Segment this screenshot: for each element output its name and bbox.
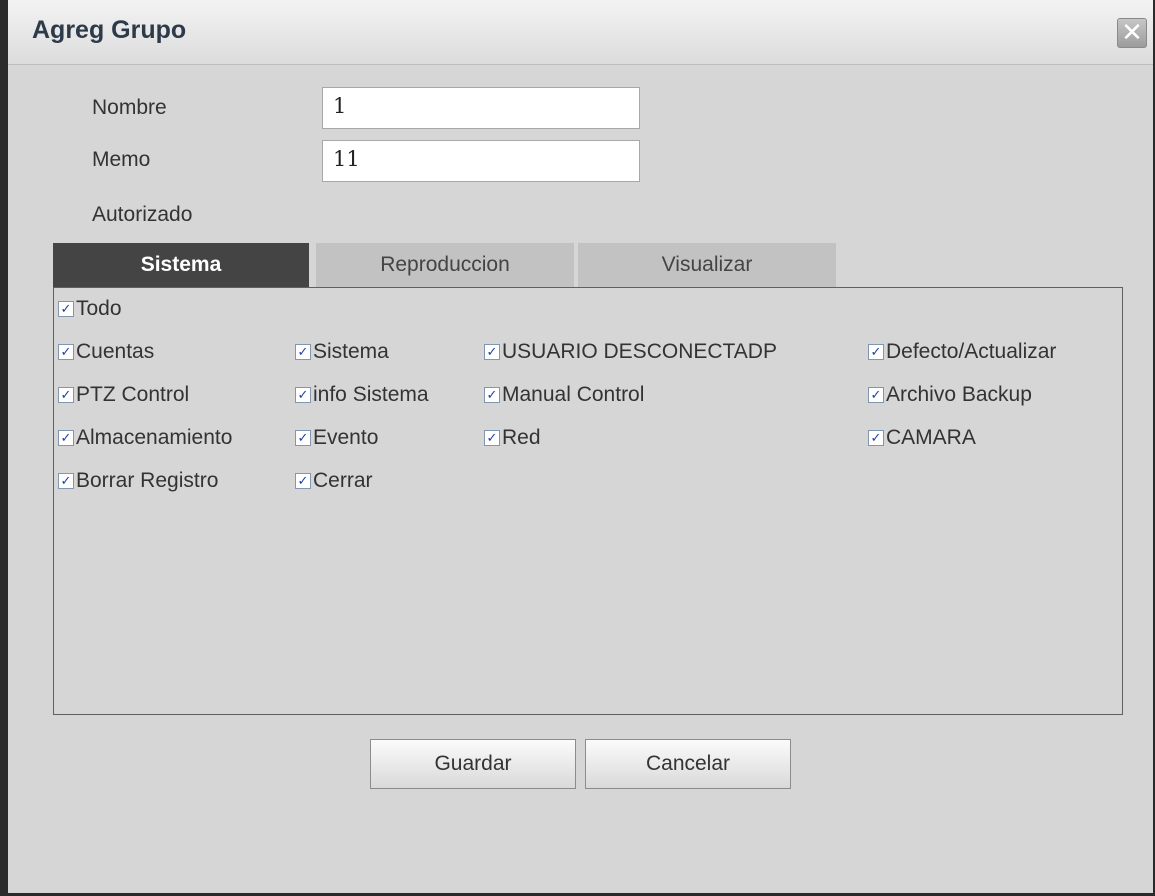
checkbox-cerrar[interactable]: ✓ Cerrar <box>295 469 373 493</box>
checkbox-camara[interactable]: ✓ CAMARA <box>868 426 976 450</box>
checkmark-icon: ✓ <box>295 473 311 489</box>
checkbox-manual-control[interactable]: ✓ Manual Control <box>484 383 644 407</box>
save-button[interactable]: Guardar <box>370 739 576 789</box>
tab-visualizar[interactable]: Visualizar <box>578 243 836 287</box>
checkbox-label: PTZ Control <box>76 383 190 406</box>
cancel-button[interactable]: Cancelar <box>585 739 791 789</box>
checkmark-icon: ✓ <box>484 387 500 403</box>
checkmark-icon: ✓ <box>58 430 74 446</box>
checkmark-icon: ✓ <box>868 344 884 360</box>
permissions-panel: ✓ Todo ✓ Cuentas ✓ Sistema ✓ USUARIO DES… <box>53 287 1123 715</box>
tab-sistema[interactable]: Sistema <box>53 243 309 287</box>
close-button[interactable]: ✕ <box>1117 18 1147 48</box>
checkbox-label: USUARIO DESCONECTADP <box>502 340 777 363</box>
checkmark-icon: ✓ <box>295 344 311 360</box>
checkmark-icon: ✓ <box>484 430 500 446</box>
checkbox-archivo-backup[interactable]: ✓ Archivo Backup <box>868 383 1032 407</box>
checkbox-label: Evento <box>313 426 379 449</box>
tab-reproduccion[interactable]: Reproduccion <box>316 243 574 287</box>
checkmark-icon: ✓ <box>295 430 311 446</box>
add-group-dialog: Agreg Grupo ✕ Nombre 1 Memo 11 Autorizad… <box>0 0 1155 896</box>
checkbox-todo[interactable]: ✓ Todo <box>58 297 122 321</box>
checkmark-icon: ✓ <box>58 387 74 403</box>
memo-label: Memo <box>92 148 151 171</box>
name-field[interactable]: 1 <box>322 87 640 129</box>
checkbox-label: Archivo Backup <box>886 383 1032 406</box>
checkbox-defecto-actualizar[interactable]: ✓ Defecto/Actualizar <box>868 340 1056 364</box>
checkbox-label: Manual Control <box>502 383 645 406</box>
checkbox-borrar-registro[interactable]: ✓ Borrar Registro <box>58 469 218 493</box>
checkbox-cuentas[interactable]: ✓ Cuentas <box>58 340 154 364</box>
checkmark-icon: ✓ <box>484 344 500 360</box>
checkbox-label: CAMARA <box>886 426 976 449</box>
checkbox-sistema[interactable]: ✓ Sistema <box>295 340 389 364</box>
checkbox-info-sistema[interactable]: ✓ info Sistema <box>295 383 429 407</box>
checkbox-evento[interactable]: ✓ Evento <box>295 426 378 450</box>
checkbox-label: Sistema <box>313 340 389 363</box>
checkbox-red[interactable]: ✓ Red <box>484 426 541 450</box>
checkbox-label: Borrar Registro <box>76 469 219 492</box>
checkbox-label: Red <box>502 426 541 449</box>
authorized-label: Autorizado <box>92 203 193 226</box>
close-icon: ✕ <box>1121 17 1143 47</box>
checkmark-icon: ✓ <box>58 473 74 489</box>
checkbox-usuario-desconectadp[interactable]: ✓ USUARIO DESCONECTADP <box>484 340 777 364</box>
checkbox-label: info Sistema <box>313 383 429 406</box>
checkmark-icon: ✓ <box>58 301 74 317</box>
name-label: Nombre <box>92 96 167 119</box>
memo-field[interactable]: 11 <box>322 140 640 182</box>
checkbox-almacenamiento[interactable]: ✓ Almacenamiento <box>58 426 232 450</box>
checkmark-icon: ✓ <box>868 387 884 403</box>
checkmark-icon: ✓ <box>868 430 884 446</box>
checkmark-icon: ✓ <box>295 387 311 403</box>
dialog-titlebar: Agreg Grupo ✕ <box>8 0 1153 65</box>
checkbox-ptz-control[interactable]: ✓ PTZ Control <box>58 383 189 407</box>
checkbox-label: Almacenamiento <box>76 426 233 449</box>
dialog-title: Agreg Grupo <box>32 16 187 44</box>
checkbox-label: Cuentas <box>76 340 155 363</box>
checkbox-label: Defecto/Actualizar <box>886 340 1057 363</box>
checkmark-icon: ✓ <box>58 344 74 360</box>
checkbox-label: Todo <box>76 297 122 320</box>
checkbox-label: Cerrar <box>313 469 373 492</box>
